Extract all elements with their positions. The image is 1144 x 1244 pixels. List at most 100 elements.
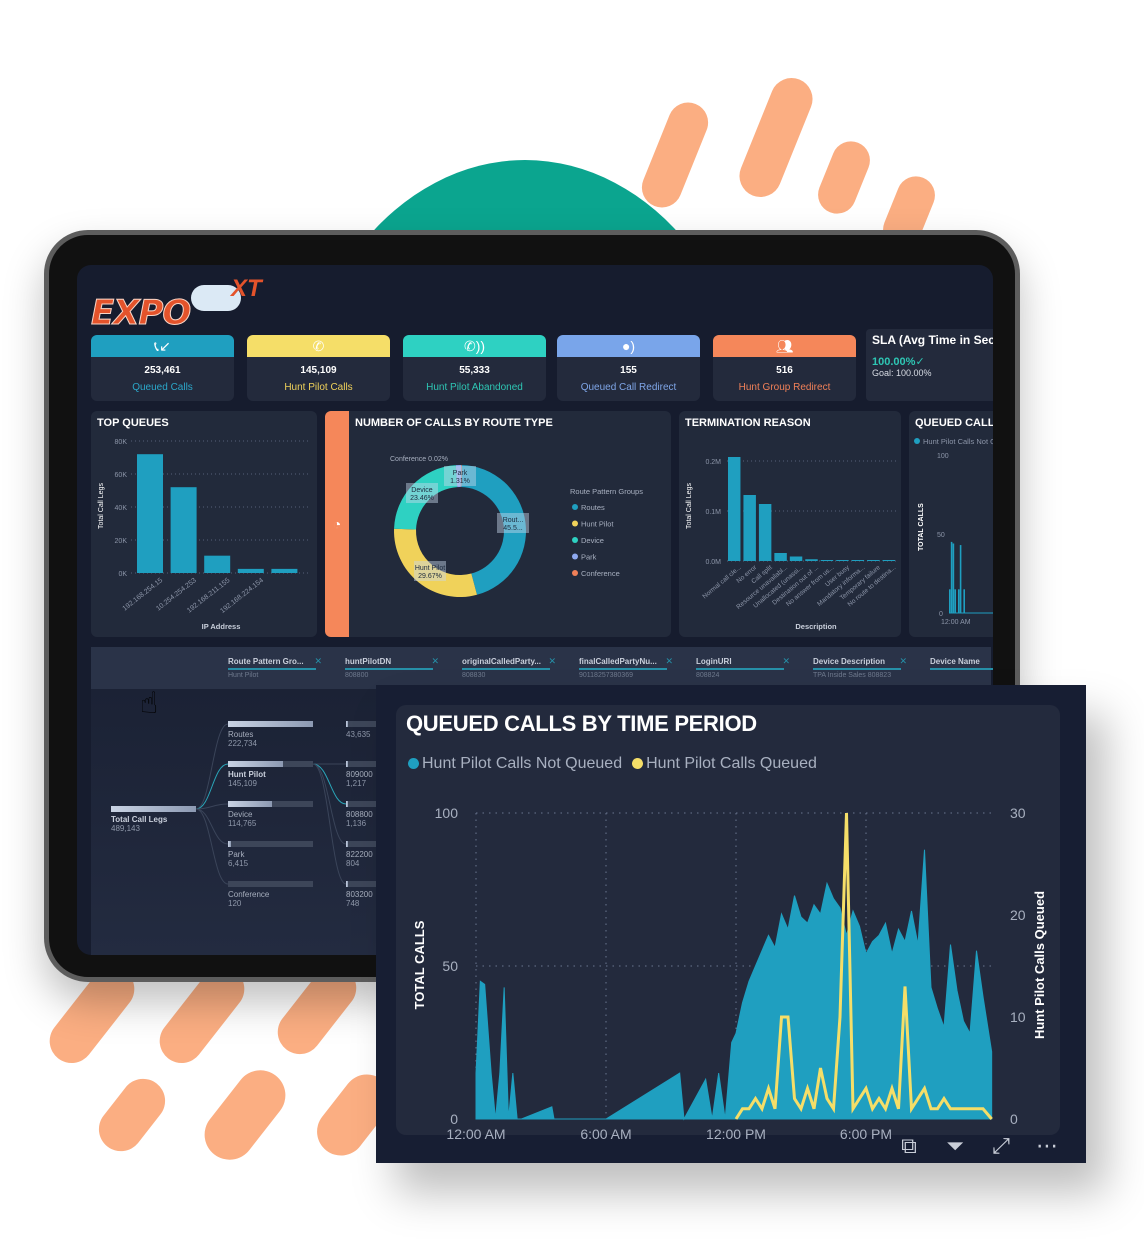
- filter-icon[interactable]: ⏷: [940, 1133, 970, 1159]
- queued-calls-focus-card[interactable]: QUEUED CALLS BY TIME PERIOD Hunt Pilot C…: [376, 685, 1086, 1163]
- area-segment: [959, 545, 962, 613]
- bar: [237, 568, 264, 573]
- y-axis-label: TOTAL CALLS: [412, 920, 427, 1009]
- node-name: Total Call Legs: [111, 815, 168, 824]
- kpi-card-hunt-group-redirect[interactable]: 👥︎ 516 Hunt Group Redirect: [713, 335, 856, 401]
- y-tick: 60K: [115, 472, 128, 479]
- top-queues-panel[interactable]: TOP QUEUES 0K 20K 40K 60K 80K 192.168.254.15 1…: [91, 411, 317, 637]
- tree-node[interactable]: Hunt Pilot 145,109: [228, 761, 313, 788]
- data-label: Conference 0.02%: [390, 456, 448, 463]
- legend-marker: [632, 758, 644, 769]
- route-type-panel[interactable]: ◔ NUMBER OF CALLS BY ROUTE TYPE Rout... 4…: [325, 411, 671, 637]
- tree-root-node[interactable]: Total Call Legs 489,143: [111, 806, 196, 833]
- clear-filter-icon[interactable]: ✕: [782, 656, 790, 667]
- clear-filter-icon[interactable]: ✕: [665, 656, 673, 667]
- filter-card[interactable]: Device Description ✕ TPA Inside Sales 8088…: [813, 656, 907, 679]
- node-bar-fill: [111, 806, 196, 812]
- clear-filter-icon[interactable]: ✕: [548, 656, 556, 667]
- data-label: Rout...: [503, 517, 524, 524]
- kpi-card-hunt-pilot-abandoned[interactable]: ✆)) 55,333 Hunt Pilot Abandoned: [403, 335, 546, 401]
- legend-label: Hunt Pilot Calls Queued: [646, 755, 817, 772]
- users-icon: 👥︎: [713, 335, 856, 357]
- node-bar: [228, 841, 313, 847]
- copy-icon[interactable]: ⧉: [894, 1133, 924, 1159]
- y2-tick: 20: [1010, 907, 1026, 923]
- sla-card[interactable]: SLA (Avg Time in Secs 100.00%✓ Goal: 100…: [866, 329, 993, 401]
- legend-label: Conference: [581, 569, 620, 578]
- logo-text: EXPO: [90, 293, 191, 334]
- termination-reason-panel[interactable]: TERMINATION REASON 0.0M 0.1M 0.2M Normal ca…: [679, 411, 901, 637]
- y-tick: 100: [937, 453, 949, 460]
- filter-value: TPA Inside Sales 808823: [813, 672, 892, 679]
- area-segment: [963, 589, 965, 613]
- y-axis-label: TOTAL CALLS: [918, 503, 925, 551]
- clear-filter-icon[interactable]: ✕: [431, 656, 439, 667]
- tree-node[interactable]: Routes 222,734: [228, 721, 313, 748]
- user-voice-icon: ●): [557, 335, 700, 357]
- kpi-card-queued-call-redirect[interactable]: ●) 155 Queued Call Redirect: [557, 335, 700, 401]
- kpi-card-hunt-pilot-calls[interactable]: ✆ 145,109 Hunt Pilot Calls: [247, 335, 390, 401]
- filter-header: finalCalledPartyNu...: [579, 657, 667, 670]
- filter-card[interactable]: Device Name: [930, 657, 993, 672]
- bar: [805, 559, 818, 561]
- y-tick: 0K: [118, 571, 127, 578]
- area-segment: [950, 541, 953, 613]
- y-tick: 50: [937, 532, 945, 539]
- filter-card[interactable]: huntPilotDN ✕ 808800: [345, 656, 439, 679]
- area-segment: [958, 589, 960, 613]
- bar: [774, 553, 787, 561]
- node-value: 114,765: [228, 819, 257, 828]
- area-segment: [949, 589, 951, 613]
- pie-chart-icon[interactable]: ◔: [325, 411, 349, 637]
- legend-marker: [572, 570, 578, 576]
- bar: [204, 555, 231, 573]
- kpi-card-queued-calls[interactable]: 📞︎↙ 253,461 Queued Calls: [91, 335, 234, 401]
- tree-node[interactable]: Conference 120: [228, 881, 313, 908]
- kpi-label: Hunt Group Redirect: [738, 382, 831, 393]
- node-value: 489,143: [111, 824, 140, 833]
- legend-item-queued[interactable]: Hunt Pilot Calls Queued: [632, 755, 817, 773]
- legend-item-not-queued[interactable]: Hunt Pilot Calls Not Queued: [408, 755, 622, 773]
- tree-connector: [195, 723, 229, 810]
- queued-calls-chart-panel: QUEUED CALLS BY TIME PERIOD Hunt Pilot C…: [396, 705, 1060, 1142]
- more-icon[interactable]: ⋯: [1032, 1133, 1062, 1159]
- filter-value: Hunt Pilot: [228, 672, 259, 679]
- bar: [743, 495, 756, 561]
- sla-value: 100.00%✓: [872, 355, 993, 368]
- bar: [851, 560, 865, 561]
- filter-card[interactable]: LoginURI ✕ 808824: [696, 656, 790, 679]
- node-value: 222,734: [228, 739, 257, 748]
- kpi-label: Hunt Pilot Calls: [284, 382, 353, 393]
- kpi-label: Queued Call Redirect: [580, 382, 677, 393]
- legend-label: Hunt Pilot Calls Not Queued: [923, 437, 993, 446]
- node-name: Park: [228, 850, 245, 859]
- queued-calls-small-panel[interactable]: QUEUED CALLS BY TIME PERIOD Hunt Pilot C…: [909, 411, 993, 637]
- legend-label: Hunt Pilot: [581, 520, 614, 529]
- bar: [882, 560, 895, 561]
- clear-filter-icon[interactable]: ✕: [899, 656, 907, 667]
- series-not-queued-area: [475, 849, 993, 1121]
- x-tick: 6:00 AM: [580, 1126, 631, 1142]
- x-tick: 6:00 PM: [840, 1126, 892, 1142]
- legend-marker: [572, 520, 578, 527]
- hand-pointer-icon: ☝︎: [140, 687, 159, 720]
- node-name: Routes: [228, 730, 254, 739]
- filter-card[interactable]: originalCalledParty... ✕ 808830: [462, 656, 556, 679]
- filter-card[interactable]: Route Pattern Gro... ✕ Hunt Pilot: [228, 656, 322, 679]
- legend-marker: [914, 438, 920, 444]
- panel-title: TERMINATION REASON: [685, 417, 811, 429]
- top-queues-chart: 0K20K40K60K80K192.168.254.1510.254.254.2…: [98, 439, 309, 631]
- filter-header: huntPilotDN: [345, 657, 433, 670]
- y2-tick: 30: [1010, 805, 1026, 821]
- filter-card[interactable]: finalCalledPartyNu... ✕ 90118257380369: [579, 656, 673, 679]
- clear-filter-icon[interactable]: ✕: [314, 656, 322, 667]
- tree-node[interactable]: Park 6,415: [228, 841, 313, 868]
- tree-connector: [195, 808, 229, 885]
- y-tick: 0.0M: [705, 559, 721, 566]
- tree-connector: [195, 808, 229, 845]
- tree-node[interactable]: Device 114,765: [228, 801, 313, 828]
- bar: [820, 560, 834, 561]
- tree-connector: [312, 763, 347, 805]
- kpi-label: Hunt Pilot Abandoned: [426, 382, 523, 393]
- expand-icon[interactable]: ⤢: [986, 1133, 1016, 1159]
